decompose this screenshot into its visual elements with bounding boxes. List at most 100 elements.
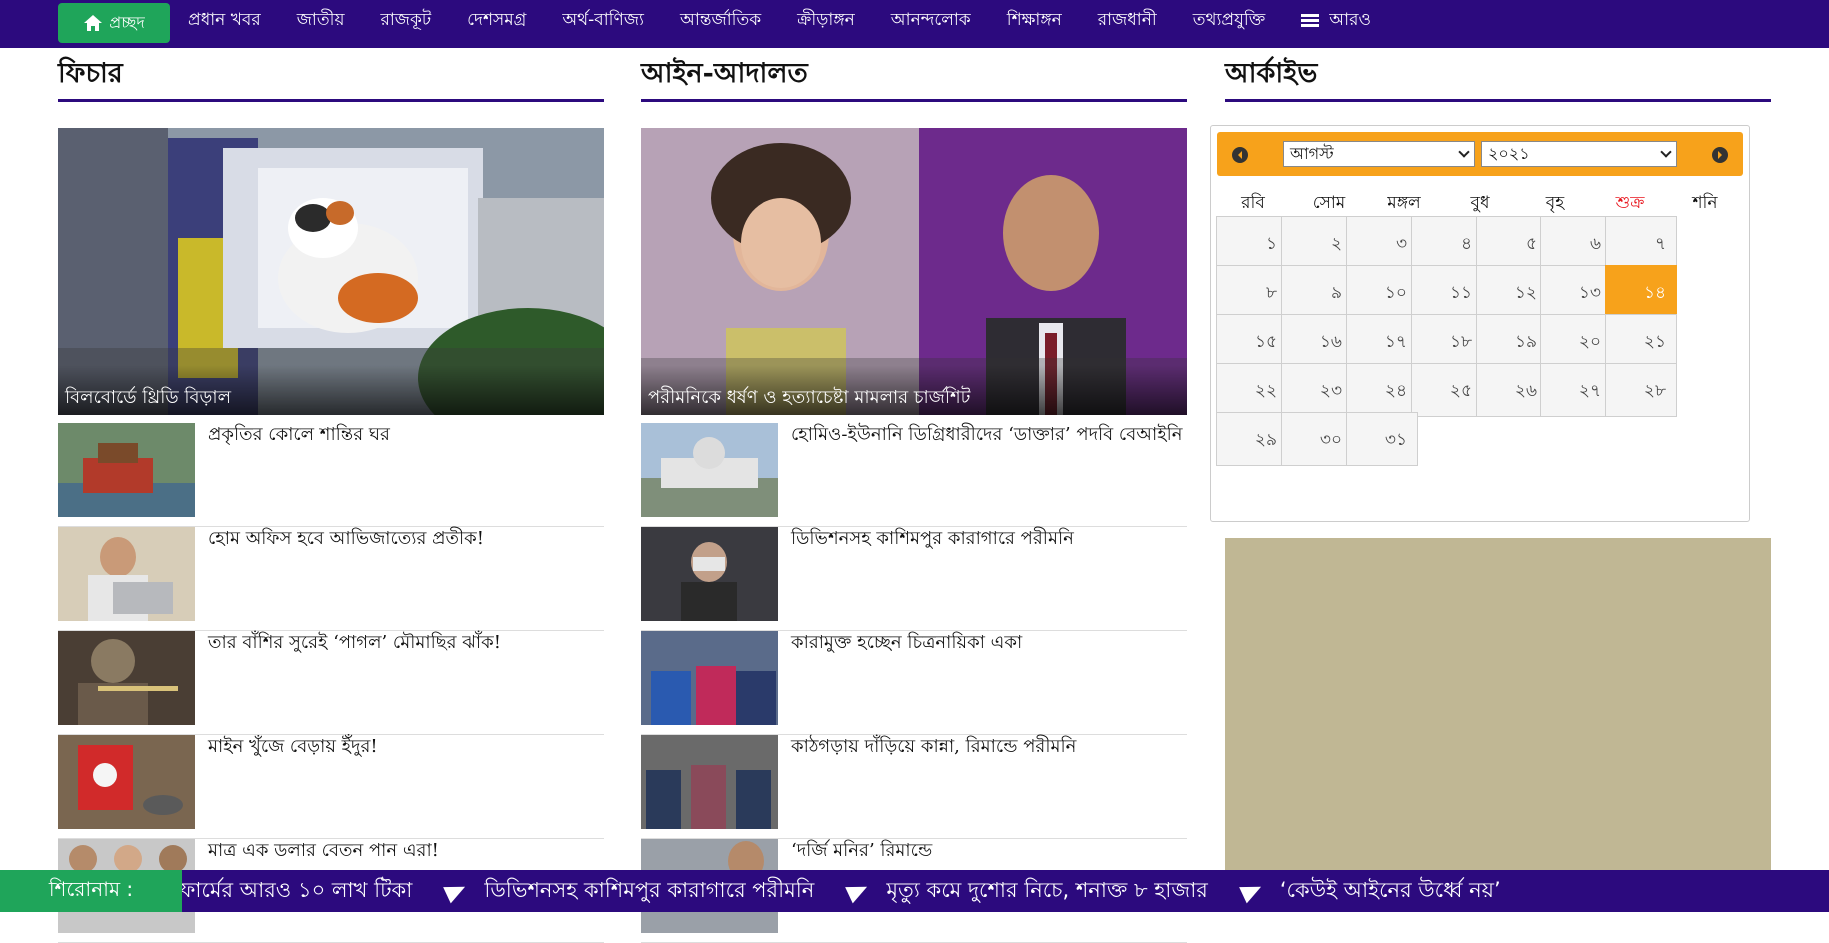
nav-item-sports[interactable]: ক্রীড়াঙ্গন — [779, 7, 873, 35]
nav-item-technology[interactable]: তথ্যপ্রযুক্তি — [1175, 7, 1284, 35]
next-month-icon[interactable] — [1712, 147, 1728, 163]
calendar-day[interactable]: ৫ — [1476, 216, 1548, 270]
list-item-title[interactable]: প্রকৃতির কোলে শান্তির ঘর — [208, 423, 604, 447]
calendar-day[interactable]: ৩০ — [1281, 412, 1353, 466]
ticker-track: ফার্মের আরও ১০ লাখ টিকা ডিভিশনসহ কাশিমপু… — [180, 870, 1535, 912]
nav-item-business[interactable]: অর্থ-বাণিজ্য — [544, 7, 662, 35]
month-select[interactable]: আগস্ট — [1283, 141, 1475, 167]
calendar-day[interactable]: ৪ — [1411, 216, 1483, 270]
calendar-day[interactable]: ২৩ — [1281, 363, 1353, 417]
nav-item-education[interactable]: শিক্ষাঙ্গন — [989, 7, 1080, 35]
list-item-title[interactable]: হোম অফিস হবে আভিজাত্যের প্রতীক! — [208, 527, 604, 551]
court-lead-caption[interactable]: পরীমনিকে ধর্ষণ ও হত্যাচেষ্টা মামলার চার্… — [641, 365, 1187, 415]
ticker-item-text: ফার্মের আরও ১০ লাখ টিকা — [180, 877, 413, 902]
headline-ticker: শিরোনাম : ফার্মের আরও ১০ লাখ টিকা ডিভিশন… — [0, 870, 1829, 912]
feature-section-header: ফিচার — [58, 52, 604, 102]
feature-lead-caption[interactable]: বিলবোর্ডে থ্রিডি বিড়াল — [58, 365, 604, 415]
calendar-day[interactable]: ২৯ — [1216, 412, 1288, 466]
calendar-day[interactable]: ১৮ — [1411, 314, 1483, 368]
court-lead-story[interactable]: পরীমনিকে ধর্ষণ ও হত্যাচেষ্টা মামলার চার্… — [641, 128, 1187, 415]
list-item-title[interactable]: কারামুক্ত হচ্ছেন চিত্রনায়িকা একা — [791, 631, 1187, 655]
chevron-down-icon — [1660, 146, 1672, 158]
calendar-day[interactable]: ৩ — [1346, 216, 1418, 270]
calendar-day[interactable]: ১৬ — [1281, 314, 1353, 368]
ticker-item[interactable]: ‘কেউই আইনের উর্ধ্বে নয়’ — [1238, 874, 1501, 909]
calendar-day[interactable]: ২০ — [1540, 314, 1612, 368]
list-item-title[interactable]: কাঠগড়ায় দাঁড়িয়ে কান্না, রিমান্ডে পরী… — [791, 735, 1187, 759]
calendar-day[interactable]: ৬ — [1540, 216, 1612, 270]
home-icon — [84, 15, 103, 31]
calendar-day[interactable]: ৩১ — [1346, 412, 1418, 466]
list-item[interactable]: কারামুক্ত হচ্ছেন চিত্রনায়িকা একা — [641, 631, 1187, 735]
thumbnail-image — [58, 631, 195, 725]
calendar-day[interactable]: ২৪ — [1346, 363, 1418, 417]
ticker-item[interactable]: মৃত্যু কমে দুশোর নিচে, শনাক্ত ৮ হাজার — [845, 874, 1208, 909]
thumbnail-image — [641, 631, 778, 725]
list-item-title[interactable]: মাত্র এক ডলার বেতন পান এরা! — [208, 839, 604, 863]
thumbnail-image — [641, 735, 778, 829]
list-item-title[interactable]: ডিভিশনসহ কাশিমপুর কারাগারে পরীমনি — [791, 527, 1187, 551]
thumbnail-image — [641, 423, 778, 517]
year-select-value: ২০২১ — [1488, 143, 1530, 163]
weekday-wed: বুধ — [1470, 193, 1490, 213]
calendar-day[interactable]: ১১ — [1411, 265, 1483, 319]
ticker-item[interactable]: ডিভিশনসহ কাশিমপুর কারাগারে পরীমনি — [443, 874, 815, 909]
list-item-title[interactable]: ‘দর্জি মনির’ রিমান্ডে — [791, 839, 1187, 863]
calendar-day[interactable]: ১২ — [1476, 265, 1548, 319]
calendar-day[interactable]: ১৭ — [1346, 314, 1418, 368]
nav-item-main-news[interactable]: প্রধান খবর — [170, 7, 279, 35]
nav-item-politics[interactable]: রাজকূট — [362, 7, 449, 35]
weekday-thu: বৃহ — [1545, 193, 1565, 213]
list-item-title[interactable]: তার বাঁশির সুরেই ‘পাগল’ মৌমাছির ঝাঁক! — [208, 631, 604, 655]
list-item[interactable]: ডিভিশনসহ কাশিমপুর কারাগারে পরীমনি — [641, 527, 1187, 631]
nav-item-national[interactable]: জাতীয় — [279, 7, 363, 35]
list-item[interactable]: মাইন খুঁজে বেড়ায় ইঁদুর! — [58, 735, 604, 839]
nav-item-country[interactable]: দেশসমগ্র — [449, 7, 544, 35]
nav-item-entertainment[interactable]: আনন্দলোক — [873, 7, 989, 35]
calendar-day[interactable]: ২৭ — [1540, 363, 1612, 417]
month-select-value: আগস্ট — [1290, 143, 1334, 163]
calendar-day[interactable]: ১৩ — [1540, 265, 1612, 319]
calendar-day[interactable]: ২৫ — [1411, 363, 1483, 417]
year-select[interactable]: ২০২১ — [1481, 141, 1677, 167]
archive-calendar: আগস্ট ২০২১ রবি সোম মঙ্গল বুধ বৃহ শুক্র শ… — [1210, 125, 1750, 522]
calendar-day[interactable]: ২১ — [1605, 314, 1677, 368]
calendar-header: আগস্ট ২০২১ — [1217, 132, 1743, 176]
ticker-item-text: ডিভিশনসহ কাশিমপুর কারাগারে পরীমনি — [484, 877, 815, 902]
calendar-day[interactable]: ২২ — [1216, 363, 1288, 417]
list-item[interactable]: তার বাঁশির সুরেই ‘পাগল’ মৌমাছির ঝাঁক! — [58, 631, 604, 735]
feature-lead-story[interactable]: বিলবোর্ডে থ্রিডি বিড়াল — [58, 128, 604, 415]
weekday-fri: শুক্র — [1615, 193, 1645, 213]
nav-more-button[interactable]: আরও — [1283, 7, 1389, 35]
calendar-day[interactable]: ৮ — [1216, 265, 1288, 319]
calendar-day[interactable]: ৯ — [1281, 265, 1353, 319]
list-item[interactable]: প্রকৃতির কোলে শান্তির ঘর — [58, 423, 604, 527]
calendar-day[interactable]: ১৫ — [1216, 314, 1288, 368]
list-item-title[interactable]: হোমিও-ইউনানি ডিগ্রিধারীদের ‘ডাক্তার’ পদব… — [791, 423, 1187, 447]
nav-item-international[interactable]: আন্তর্জাতিক — [662, 7, 779, 35]
calendar-day[interactable]: ২৮ — [1605, 363, 1677, 417]
calendar-day[interactable]: ১৪ — [1605, 265, 1677, 319]
feature-heading[interactable]: ফিচার — [58, 52, 604, 96]
nav-item-capital[interactable]: রাজধানী — [1080, 7, 1175, 35]
calendar-day[interactable]: ২৬ — [1476, 363, 1548, 417]
ticker-item[interactable]: ফার্মের আরও ১০ লাখ টিকা — [180, 874, 412, 909]
thumbnail-image — [641, 527, 778, 621]
weekday-sun: রবি — [1241, 193, 1265, 213]
list-item[interactable]: হোমিও-ইউনানি ডিগ্রিধারীদের ‘ডাক্তার’ পদব… — [641, 423, 1187, 527]
weekday-tue: মঙ্গল — [1387, 193, 1421, 213]
prev-month-icon[interactable] — [1232, 147, 1248, 163]
list-item[interactable]: হোম অফিস হবে আভিজাত্যের প্রতীক! — [58, 527, 604, 631]
court-heading[interactable]: আইন-আদালত — [641, 52, 1187, 96]
calendar-day[interactable]: ১০ — [1346, 265, 1418, 319]
list-item-title[interactable]: মাইন খুঁজে বেড়ায় ইঁদুর! — [208, 735, 604, 759]
calendar-day[interactable]: ১৯ — [1476, 314, 1548, 368]
thumbnail-image — [58, 735, 195, 829]
list-item[interactable]: কাঠগড়ায় দাঁড়িয়ে কান্না, রিমান্ডে পরী… — [641, 735, 1187, 839]
home-button[interactable]: প্রচ্ছদ — [58, 3, 170, 43]
calendar-day[interactable]: ১ — [1216, 216, 1288, 270]
calendar-day[interactable]: ৭ — [1605, 216, 1677, 270]
archive-heading[interactable]: আর্কাইভ — [1225, 52, 1771, 96]
paper-plane-icon — [845, 878, 872, 904]
calendar-day[interactable]: ২ — [1281, 216, 1353, 270]
